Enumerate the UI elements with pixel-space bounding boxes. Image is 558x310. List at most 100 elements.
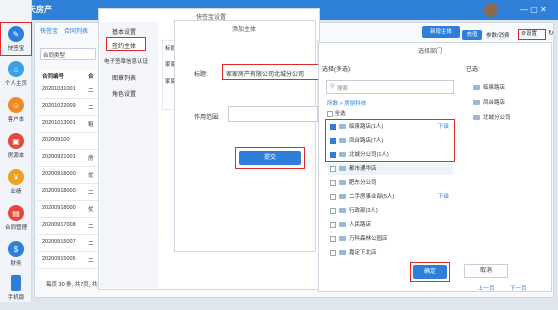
selected-label: 凤台路店 (483, 100, 506, 106)
selected-item[interactable]: 凤台路店 (468, 97, 548, 109)
selected-item[interactable]: 临泉路店 (468, 82, 548, 94)
dept-checkbox[interactable] (330, 235, 336, 242)
row-divider (38, 132, 98, 133)
menu-role-settings[interactable]: 角色设置 (112, 89, 136, 98)
new-subject-button[interactable]: 新增主体 (422, 26, 460, 38)
menu-basic[interactable]: 基本设置 (112, 27, 136, 36)
folder-icon (339, 250, 346, 256)
submit-button[interactable]: 提交 (239, 151, 301, 165)
table-cell-id[interactable]: 20201022009 (42, 103, 76, 109)
tab-contract-list[interactable]: 合同列表 (64, 26, 88, 35)
table-cell-id[interactable]: 20201013001 (42, 120, 76, 126)
table-cell-type: 二 (88, 241, 94, 247)
dept-label: 肥东分公司 (349, 180, 377, 186)
dept-list-item[interactable]: 都市通华店 (328, 163, 453, 175)
selected-item[interactable]: 北城分公司 (468, 112, 548, 124)
dept-list-item[interactable]: 万科森林公园店 (328, 233, 453, 245)
rail-label: 合同管理 (4, 225, 27, 231)
table-cell-id[interactable]: 20201031001 (42, 86, 76, 92)
folder-icon (473, 85, 480, 91)
folder-icon (339, 222, 346, 228)
sub-level-link[interactable]: 下级 (438, 121, 449, 133)
dept-list-item[interactable]: 凤台路店(7人) (328, 135, 453, 147)
table-cell-id[interactable]: 20200915007 (42, 239, 76, 245)
dept-checkbox[interactable] (330, 179, 336, 186)
table-cell-type: 优 (88, 173, 94, 179)
folder-icon (339, 208, 346, 214)
dept-checkbox[interactable] (330, 151, 336, 158)
sub-level-link[interactable]: 下级 (438, 191, 449, 203)
select-all-checkbox[interactable] (327, 110, 333, 117)
dept-search-input[interactable]: 搜索 (326, 80, 454, 94)
recharge-button[interactable]: 充值 (462, 30, 482, 40)
selected-label: 临泉路店 (483, 85, 506, 91)
rail-item-performance[interactable]: ¥ 业绩 (0, 166, 32, 204)
dept-checkbox[interactable] (330, 221, 336, 228)
rail-item-finance[interactable]: $ 财务 (0, 238, 32, 276)
selected-label: 北城分公司 (483, 115, 511, 121)
scope-input[interactable] (228, 106, 318, 122)
table-cell-id[interactable]: 20200918000 (42, 188, 76, 194)
rail-item-mobile[interactable]: 手机版 (0, 272, 32, 310)
menu-sign-subject[interactable]: 签约主体 (106, 37, 146, 51)
refresh-icon[interactable]: ↻ (548, 29, 554, 37)
dept-label: 二手房事业部(5人) (349, 194, 395, 200)
cancel-button[interactable]: 取消 (464, 264, 508, 278)
folder-icon (339, 138, 346, 144)
table-cell-id[interactable]: 20200918000 (42, 171, 76, 177)
row-divider (38, 251, 98, 252)
rail-label: 快签宝 (7, 46, 25, 52)
dept-list-item[interactable]: 人民路店 (328, 219, 453, 231)
breadcrumb[interactable]: 所数 > 房朋科技 (327, 99, 366, 107)
table-cell-id[interactable]: 20200918000 (42, 205, 76, 211)
row-divider (38, 183, 98, 184)
tab-kuaiqianbao[interactable]: 快签宝 (40, 26, 58, 35)
row-divider (38, 200, 98, 201)
rail-label: 个人主页 (4, 81, 27, 87)
dept-checkbox[interactable] (330, 207, 336, 214)
dept-checkbox[interactable] (330, 165, 336, 172)
prev-page-link[interactable]: 上一页 (478, 284, 495, 292)
table-cell-id[interactable]: 20200921001 (42, 154, 76, 160)
folder-icon (339, 152, 346, 158)
select-all[interactable]: 全选 (327, 109, 346, 117)
settings-button[interactable]: ⚙设置 (518, 29, 546, 40)
table-cell-id[interactable]: 20200917008 (42, 222, 76, 228)
rail-item-customers[interactable]: ☺ 客户本 (0, 94, 32, 132)
confirm-button[interactable]: 确定 (413, 265, 447, 279)
dept-list-item[interactable]: 嘉定下北店 (328, 247, 453, 259)
house-icon: ▣ (8, 133, 24, 149)
table-cell-type: 二 (88, 258, 94, 264)
dept-label: 行政部(3人) (349, 208, 378, 214)
coin-icon: ¥ (8, 169, 24, 185)
table-cell-type: 二 (88, 190, 94, 196)
dept-list-item[interactable]: 北城分公司(1人) (328, 149, 453, 161)
menu-stamp-list[interactable]: 图章列表 (112, 73, 136, 82)
dept-list-item[interactable]: 肥东分公司 (328, 177, 453, 189)
rail-item-home[interactable]: ⌂ 个人主页 (0, 58, 32, 96)
rail-item-houses[interactable]: ▣ 房源本 (0, 130, 32, 168)
rail-item-contracts[interactable]: ▤ 合同管理 (0, 202, 32, 240)
dept-checkbox[interactable] (330, 193, 336, 200)
menu-esign-auth[interactable]: 电子签章信息认证 (104, 57, 148, 65)
dept-checkbox[interactable] (330, 123, 336, 130)
rail-item-kuaiqianbao[interactable]: ✎ 快签宝 (0, 22, 32, 56)
table-cell-id[interactable]: 202009100 (42, 137, 70, 143)
dept-list-item[interactable]: 二手房事业部(5人) 下级 (328, 191, 453, 203)
row-divider (38, 98, 98, 99)
row-divider (38, 234, 98, 235)
add-subject-title: 添加主体 (232, 27, 257, 33)
contract-type-select[interactable]: 合同类型 (40, 48, 96, 60)
window-controls-icon[interactable]: — ▢ ✕ (520, 5, 547, 14)
dept-list-item[interactable]: 临泉路店(1人) 下级 (328, 121, 453, 133)
phone-icon (11, 275, 21, 291)
dept-list-item[interactable]: 行政部(3人) (328, 205, 453, 217)
avatar[interactable] (484, 3, 498, 17)
dept-checkbox[interactable] (330, 137, 336, 144)
row-divider (38, 268, 98, 269)
params-link[interactable]: 参数/消费 (486, 31, 510, 39)
table-cell-id[interactable]: 20200915005 (42, 256, 76, 262)
dept-checkbox[interactable] (330, 249, 336, 256)
table-cell-type: 二 (88, 88, 94, 94)
next-page-link[interactable]: 下一页 (510, 284, 527, 292)
